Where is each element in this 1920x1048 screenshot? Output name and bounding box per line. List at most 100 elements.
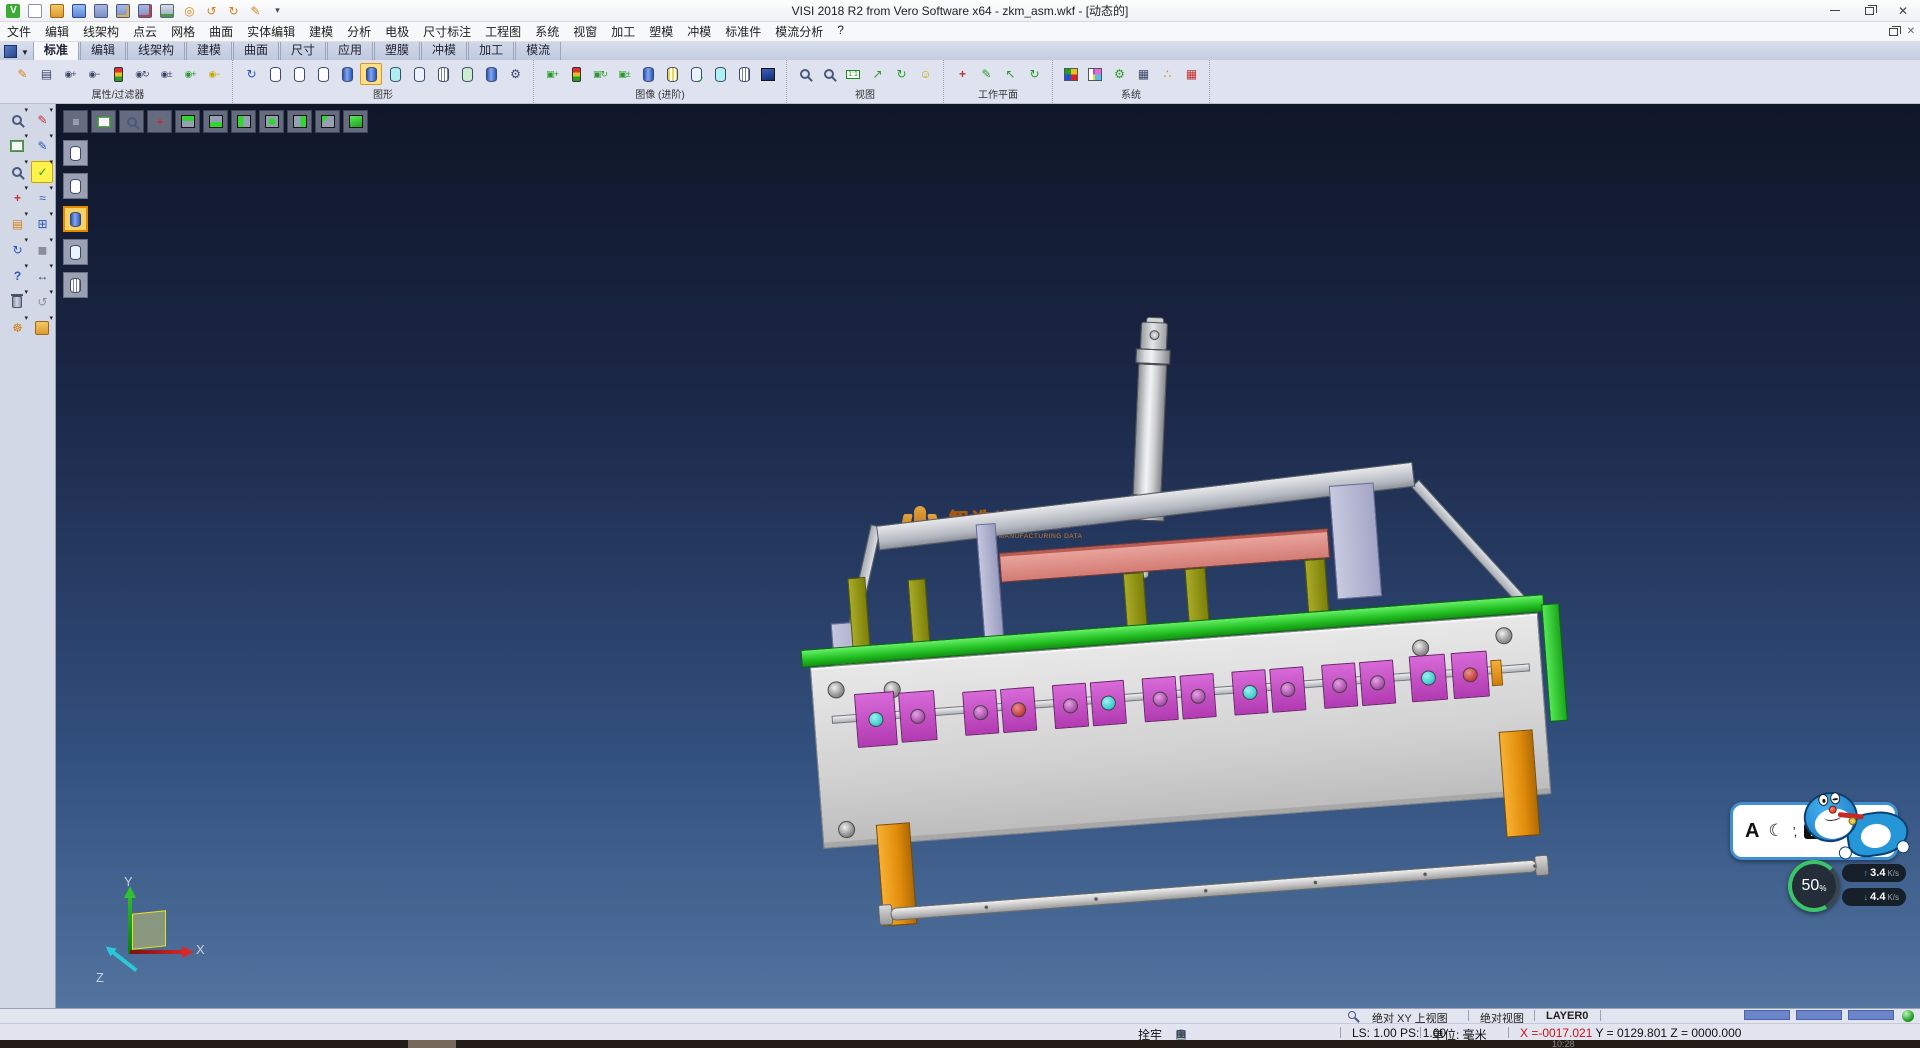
validated-view-icon[interactable] bbox=[685, 63, 707, 85]
model-clamp-block[interactable] bbox=[1180, 673, 1217, 719]
export-image-icon[interactable] bbox=[480, 63, 502, 85]
mesh-display-icon[interactable] bbox=[432, 63, 454, 85]
taskbar-item[interactable] bbox=[408, 1040, 456, 1048]
filter-elements-icon[interactable] bbox=[107, 63, 129, 85]
model-frame-arm-right[interactable] bbox=[1411, 479, 1528, 606]
pen-icon[interactable]: ✎ bbox=[246, 2, 264, 20]
workplane-rotate-icon[interactable]: ↻ bbox=[1023, 63, 1045, 85]
open-project-icon[interactable] bbox=[70, 2, 88, 20]
table-config-icon[interactable]: ▦ bbox=[1132, 63, 1154, 85]
model-green-end-cap[interactable] bbox=[1541, 603, 1568, 722]
confirm-check-icon[interactable]: ✓ bbox=[31, 161, 53, 183]
dark-cube-view-icon[interactable] bbox=[757, 63, 779, 85]
mesh-view-icon[interactable] bbox=[733, 63, 755, 85]
show-add-icon[interactable]: ◉+ bbox=[59, 63, 81, 85]
taskbar-sliver[interactable]: 10:28 bbox=[0, 1040, 1920, 1048]
help-icon[interactable]: ? bbox=[6, 265, 28, 287]
model-tie-bar[interactable] bbox=[890, 859, 1537, 921]
view-menu-icon[interactable]: ≡ bbox=[63, 110, 88, 133]
minimize-button[interactable] bbox=[1818, 0, 1852, 21]
menu-item[interactable]: 分析 bbox=[340, 21, 378, 42]
grid-settings-icon[interactable]: ▦ bbox=[1180, 63, 1202, 85]
open-folder-icon[interactable] bbox=[48, 2, 66, 20]
erase-sketch-icon[interactable]: ✎ bbox=[31, 109, 53, 131]
menu-item[interactable]: 建模 bbox=[302, 21, 340, 42]
print-icon[interactable] bbox=[158, 2, 176, 20]
dashed-hidden-display-icon[interactable] bbox=[312, 63, 334, 85]
wireframe-mode-icon[interactable] bbox=[63, 173, 88, 199]
menu-item[interactable]: 冲模 bbox=[680, 21, 718, 42]
right-view-icon[interactable] bbox=[287, 110, 312, 133]
hidden-line-display-icon[interactable] bbox=[288, 63, 310, 85]
close-button[interactable]: ✕ bbox=[1886, 0, 1920, 21]
zoom-in-icon[interactable] bbox=[794, 63, 816, 85]
scene-filter-icon[interactable] bbox=[565, 63, 587, 85]
model-assembly[interactable] bbox=[774, 376, 1578, 1008]
open-folder-icon[interactable] bbox=[31, 317, 53, 339]
mdi-close-button[interactable]: ✕ bbox=[1904, 25, 1918, 38]
shaded-current-display-icon[interactable] bbox=[360, 63, 382, 85]
attributes-books-icon[interactable]: ▤ bbox=[6, 213, 28, 235]
menu-item[interactable]: 实体编辑 bbox=[240, 21, 302, 42]
hide-remove-icon[interactable]: ◉− bbox=[83, 63, 105, 85]
zoom-inout-icon[interactable] bbox=[6, 161, 28, 183]
quick-access-dropdown[interactable]: ▾ bbox=[268, 2, 286, 20]
menu-item[interactable]: 编辑 bbox=[38, 21, 76, 42]
model-clamp-block[interactable] bbox=[1321, 662, 1358, 708]
redo-icon[interactable]: ↻ bbox=[224, 2, 242, 20]
menu-item[interactable]: 点云 bbox=[126, 21, 164, 42]
hide-all-icon[interactable]: ◉− bbox=[203, 63, 225, 85]
display-settings-icon[interactable]: ⚙ bbox=[504, 63, 526, 85]
ucs-axes-icon[interactable]: + bbox=[6, 187, 28, 209]
layer-segment[interactable] bbox=[1796, 1010, 1842, 1020]
model-side-plate-mid[interactable] bbox=[976, 523, 1005, 648]
solid-cube-icon[interactable]: ◼ bbox=[31, 239, 53, 261]
regen-view-icon[interactable]: ↻ bbox=[240, 63, 262, 85]
spline-edit-icon[interactable]: ≈ bbox=[31, 187, 53, 209]
rotate-view-icon[interactable]: ↻ bbox=[890, 63, 912, 85]
menu-item[interactable]: 模流分析 bbox=[768, 21, 830, 42]
zoom-dynamic-icon[interactable] bbox=[6, 109, 28, 131]
model-clamp-block[interactable] bbox=[1269, 666, 1306, 712]
window-panes-icon[interactable]: ⊞ bbox=[31, 213, 53, 235]
attributes-info-icon[interactable]: ▤ bbox=[35, 63, 57, 85]
menu-item[interactable]: 网格 bbox=[164, 21, 202, 42]
layer-segment[interactable] bbox=[1848, 1010, 1894, 1020]
nav-wheel-icon[interactable]: ☸ bbox=[6, 317, 28, 339]
top-view-icon[interactable] bbox=[175, 110, 200, 133]
menu-item[interactable]: 电极 bbox=[378, 21, 416, 42]
observer-view-icon[interactable]: ☺ bbox=[914, 63, 936, 85]
left-view-icon[interactable] bbox=[231, 110, 256, 133]
visi-logo[interactable]: V bbox=[4, 2, 22, 20]
new-file-icon[interactable] bbox=[26, 2, 44, 20]
solid-view-icon[interactable] bbox=[637, 63, 659, 85]
show-hide-toggle-icon[interactable]: ◉± bbox=[155, 63, 177, 85]
show-refresh-icon[interactable]: ◉↻ bbox=[131, 63, 153, 85]
layer-page-view-icon[interactable] bbox=[709, 63, 731, 85]
zoom-extents-icon[interactable] bbox=[818, 63, 840, 85]
model-pink-beam[interactable] bbox=[999, 528, 1330, 583]
overlay-widget[interactable]: A☾’,T 50 % bbox=[1728, 794, 1918, 919]
model-clamp-block[interactable] bbox=[1359, 660, 1396, 706]
layer-status[interactable]: LAYER0 bbox=[1546, 1010, 1588, 1022]
system-tools-icon[interactable]: ⚙ bbox=[1108, 63, 1130, 85]
model-clamp-block[interactable] bbox=[1052, 683, 1089, 729]
tab-dropdown-icon[interactable]: ▼ bbox=[21, 48, 29, 57]
model-post-3[interactable] bbox=[1123, 572, 1148, 631]
undo-gray-icon[interactable]: ↺ bbox=[31, 291, 53, 313]
mesh-mode-icon[interactable] bbox=[63, 272, 88, 298]
menu-item[interactable]: 加工 bbox=[604, 21, 642, 42]
menu-item[interactable]: 标准件 bbox=[718, 21, 768, 42]
model-clamp-block[interactable] bbox=[1451, 651, 1490, 700]
shaded-edges-mode-icon[interactable] bbox=[63, 239, 88, 265]
front-view-icon[interactable] bbox=[259, 110, 284, 133]
transparent-display-icon[interactable] bbox=[384, 63, 406, 85]
preview-icon[interactable]: ◎ bbox=[180, 2, 198, 20]
menu-item[interactable]: 视窗 bbox=[566, 21, 604, 42]
regen-shading-icon[interactable] bbox=[456, 63, 478, 85]
zoom-dynamic-icon[interactable] bbox=[119, 110, 144, 133]
shaded-display-icon[interactable] bbox=[336, 63, 358, 85]
back-view-icon[interactable] bbox=[315, 110, 340, 133]
cpu-gauge[interactable]: 50 % bbox=[1788, 860, 1840, 912]
refresh-view-icon[interactable]: ↻ bbox=[6, 239, 28, 261]
